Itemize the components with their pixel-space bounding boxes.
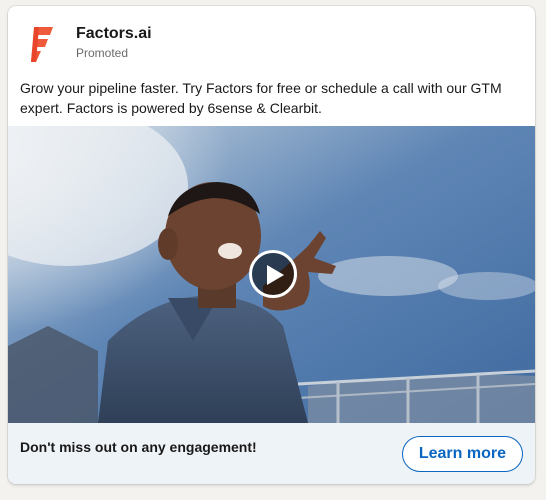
post-body-text: Grow your pipeline faster. Try Factors f… xyxy=(20,80,502,116)
ad-headline: Don't miss out on any engagement! xyxy=(20,439,257,455)
video-player[interactable] xyxy=(8,126,535,423)
company-name[interactable]: Factors.ai xyxy=(76,25,152,43)
play-icon xyxy=(267,265,284,285)
learn-more-button[interactable]: Learn more xyxy=(401,436,523,472)
factors-logo-icon[interactable] xyxy=(28,24,56,64)
promoted-label: Promoted xyxy=(76,46,129,60)
ad-footer: Don't miss out on any engagement! Learn … xyxy=(8,423,535,484)
play-button[interactable] xyxy=(249,250,297,298)
post-header: Factors.ai Promoted xyxy=(8,6,535,70)
sponsored-post-card: Factors.ai Promoted Grow your pipeline f… xyxy=(8,6,535,484)
